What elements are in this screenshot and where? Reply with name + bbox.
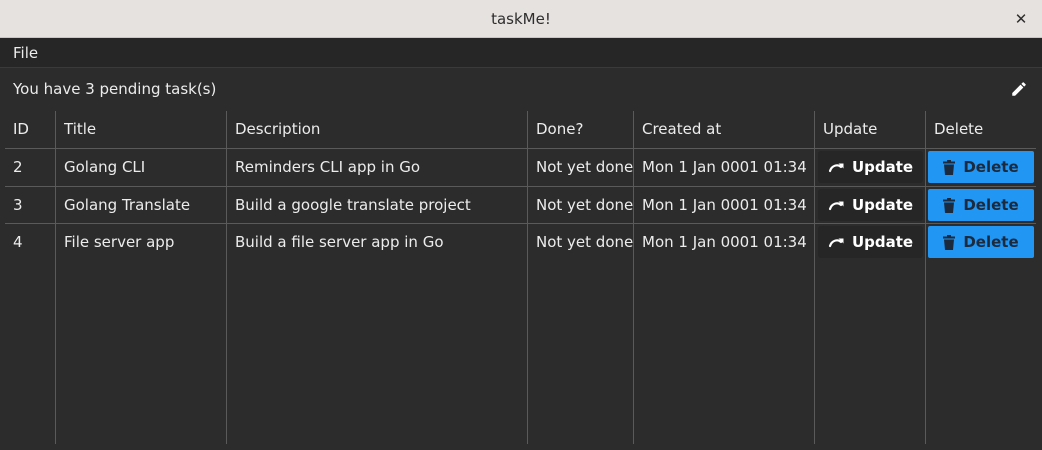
- update-button-label: Update: [851, 158, 914, 176]
- cell-created-at: Mon 1 Jan 0001 01:34: [642, 233, 807, 251]
- cell-done: Not yet done: [536, 196, 634, 214]
- column-divider: [925, 111, 926, 444]
- header-title: Title: [64, 120, 97, 138]
- cell-done: Not yet done: [536, 233, 634, 251]
- row-divider: [5, 148, 1036, 149]
- pencil-icon[interactable]: [1010, 80, 1028, 98]
- redo-arrow-icon: [828, 201, 844, 211]
- update-button-label: Update: [851, 196, 914, 214]
- cell-title: Golang Translate: [64, 196, 191, 214]
- update-button[interactable]: Update: [818, 189, 923, 221]
- cell-description: Build a file server app in Go: [235, 233, 444, 251]
- delete-button[interactable]: Delete: [928, 226, 1034, 258]
- cell-done: Not yet done: [536, 158, 634, 176]
- column-divider: [226, 111, 227, 444]
- pending-tasks-status: You have 3 pending task(s): [13, 80, 217, 98]
- column-divider: [55, 111, 56, 444]
- header-update: Update: [823, 120, 878, 138]
- delete-button-label: Delete: [963, 158, 1019, 176]
- cell-created-at: Mon 1 Jan 0001 01:34: [642, 158, 807, 176]
- window-title: taskMe!: [491, 10, 551, 28]
- header-delete: Delete: [934, 120, 984, 138]
- header-done: Done?: [536, 120, 584, 138]
- column-divider: [527, 111, 528, 444]
- trash-icon: [943, 234, 956, 250]
- column-divider: [814, 111, 815, 444]
- delete-button-label: Delete: [963, 196, 1019, 214]
- app-window: taskMe! ✕ File You have 3 pending task(s…: [0, 0, 1042, 450]
- close-icon[interactable]: ✕: [1012, 10, 1030, 28]
- title-bar: taskMe! ✕: [0, 0, 1042, 38]
- cell-created-at: Mon 1 Jan 0001 01:34: [642, 196, 807, 214]
- delete-button-label: Delete: [963, 233, 1019, 251]
- header-id: ID: [13, 120, 29, 138]
- delete-button[interactable]: Delete: [928, 151, 1034, 183]
- update-button-label: Update: [851, 233, 914, 251]
- header-created-at: Created at: [642, 120, 722, 138]
- cell-title: File server app: [64, 233, 175, 251]
- cell-description: Reminders CLI app in Go: [235, 158, 421, 176]
- trash-icon: [943, 197, 956, 213]
- delete-button[interactable]: Delete: [928, 189, 1034, 221]
- cell-title: Golang CLI: [64, 158, 146, 176]
- trash-icon: [943, 159, 956, 175]
- menu-bar: File: [0, 38, 1042, 68]
- header-description: Description: [235, 120, 321, 138]
- redo-arrow-icon: [828, 163, 844, 173]
- cell-id: 3: [13, 196, 23, 214]
- update-button[interactable]: Update: [818, 151, 923, 183]
- cell-id: 2: [13, 158, 23, 176]
- cell-id: 4: [13, 233, 23, 251]
- update-button[interactable]: Update: [818, 226, 923, 258]
- redo-arrow-icon: [828, 238, 844, 248]
- menu-file[interactable]: File: [13, 38, 38, 68]
- cell-description: Build a google translate project: [235, 196, 471, 214]
